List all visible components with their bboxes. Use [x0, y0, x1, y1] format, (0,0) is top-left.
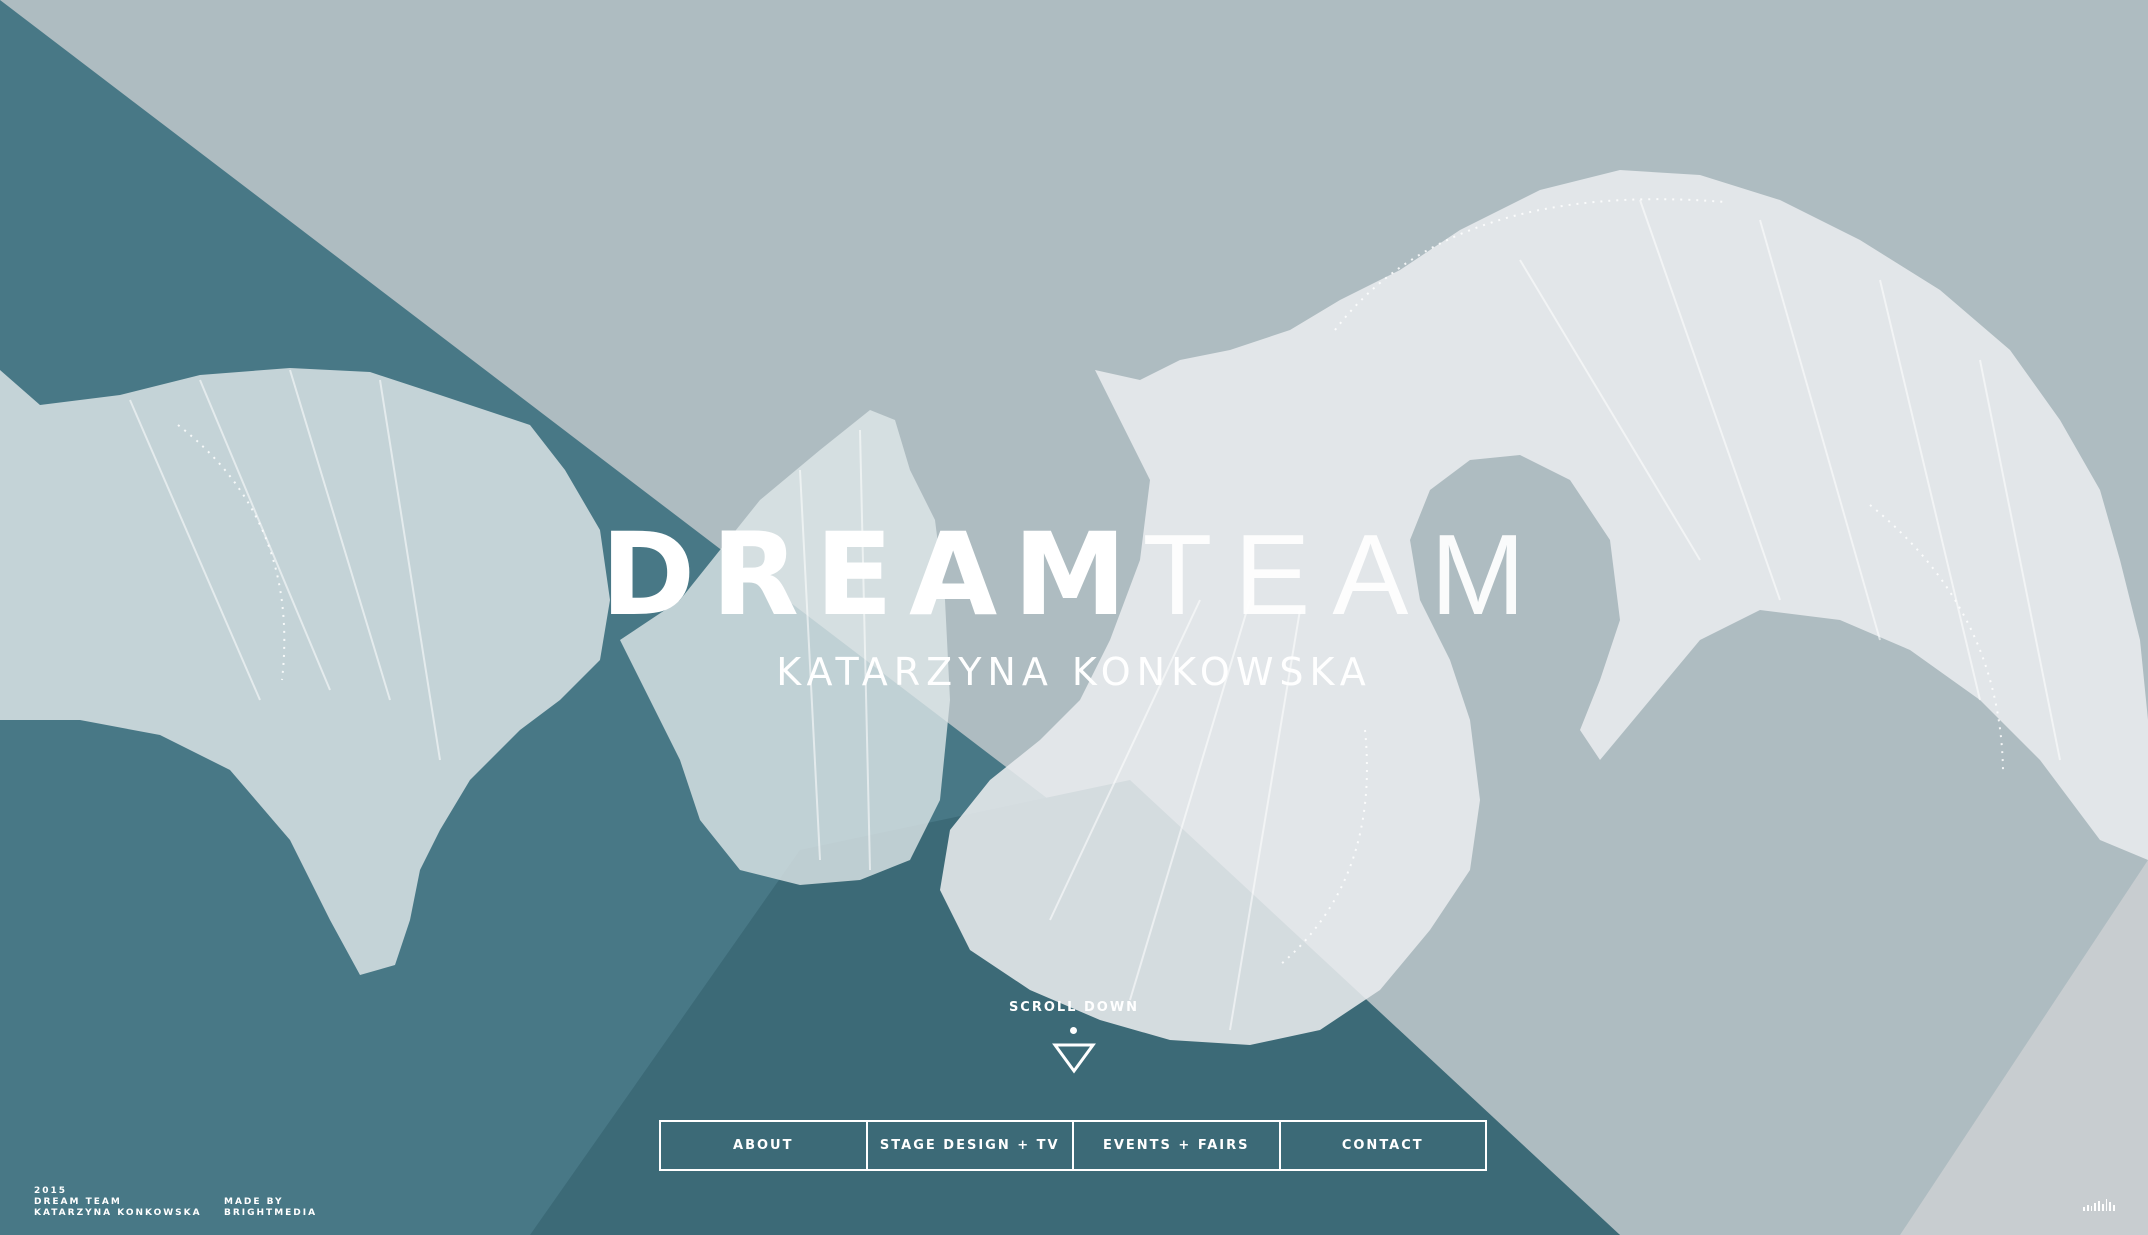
footer-year: 2015	[34, 1186, 68, 1196]
nav-item-stage-design-tv[interactable]: STAGE DESIGN + TV	[865, 1122, 1073, 1169]
main-nav: ABOUT STAGE DESIGN + TV EVENTS + FAIRS C…	[659, 1120, 1487, 1171]
footer-made-by-name[interactable]: BRIGHTMEDIA	[224, 1208, 317, 1219]
nav-item-about[interactable]: ABOUT	[661, 1122, 866, 1169]
hero-title-light: TEAM	[1142, 512, 1548, 639]
scroll-indicator-dot	[1070, 1027, 1077, 1034]
hero-title-bold: DREAM	[600, 508, 1143, 641]
footer-author: KATARZYNA KONKOWSKA	[34, 1208, 202, 1218]
nav-item-contact[interactable]: CONTACT	[1278, 1122, 1486, 1169]
scroll-down-label[interactable]: SCROLL DOWN	[0, 1000, 2148, 1015]
footer-credits: 2015 DREAM TEAM KATARZYNA KONKOWSKA	[34, 1186, 202, 1219]
footer-brand: DREAM TEAM	[34, 1197, 122, 1207]
hero-subtitle: KATARZYNA KONKOWSKA	[776, 650, 1372, 694]
nav-item-events-fairs[interactable]: EVENTS + FAIRS	[1072, 1122, 1279, 1169]
footer-made-by-label: MADE BY	[224, 1197, 284, 1207]
sound-bars-icon[interactable]	[2083, 1197, 2116, 1211]
footer-made-by[interactable]: MADE BY BRIGHTMEDIA	[224, 1197, 317, 1219]
hero-title: DREAMTEAM	[0, 515, 2148, 636]
triangle-down-icon[interactable]	[1052, 1042, 1096, 1074]
